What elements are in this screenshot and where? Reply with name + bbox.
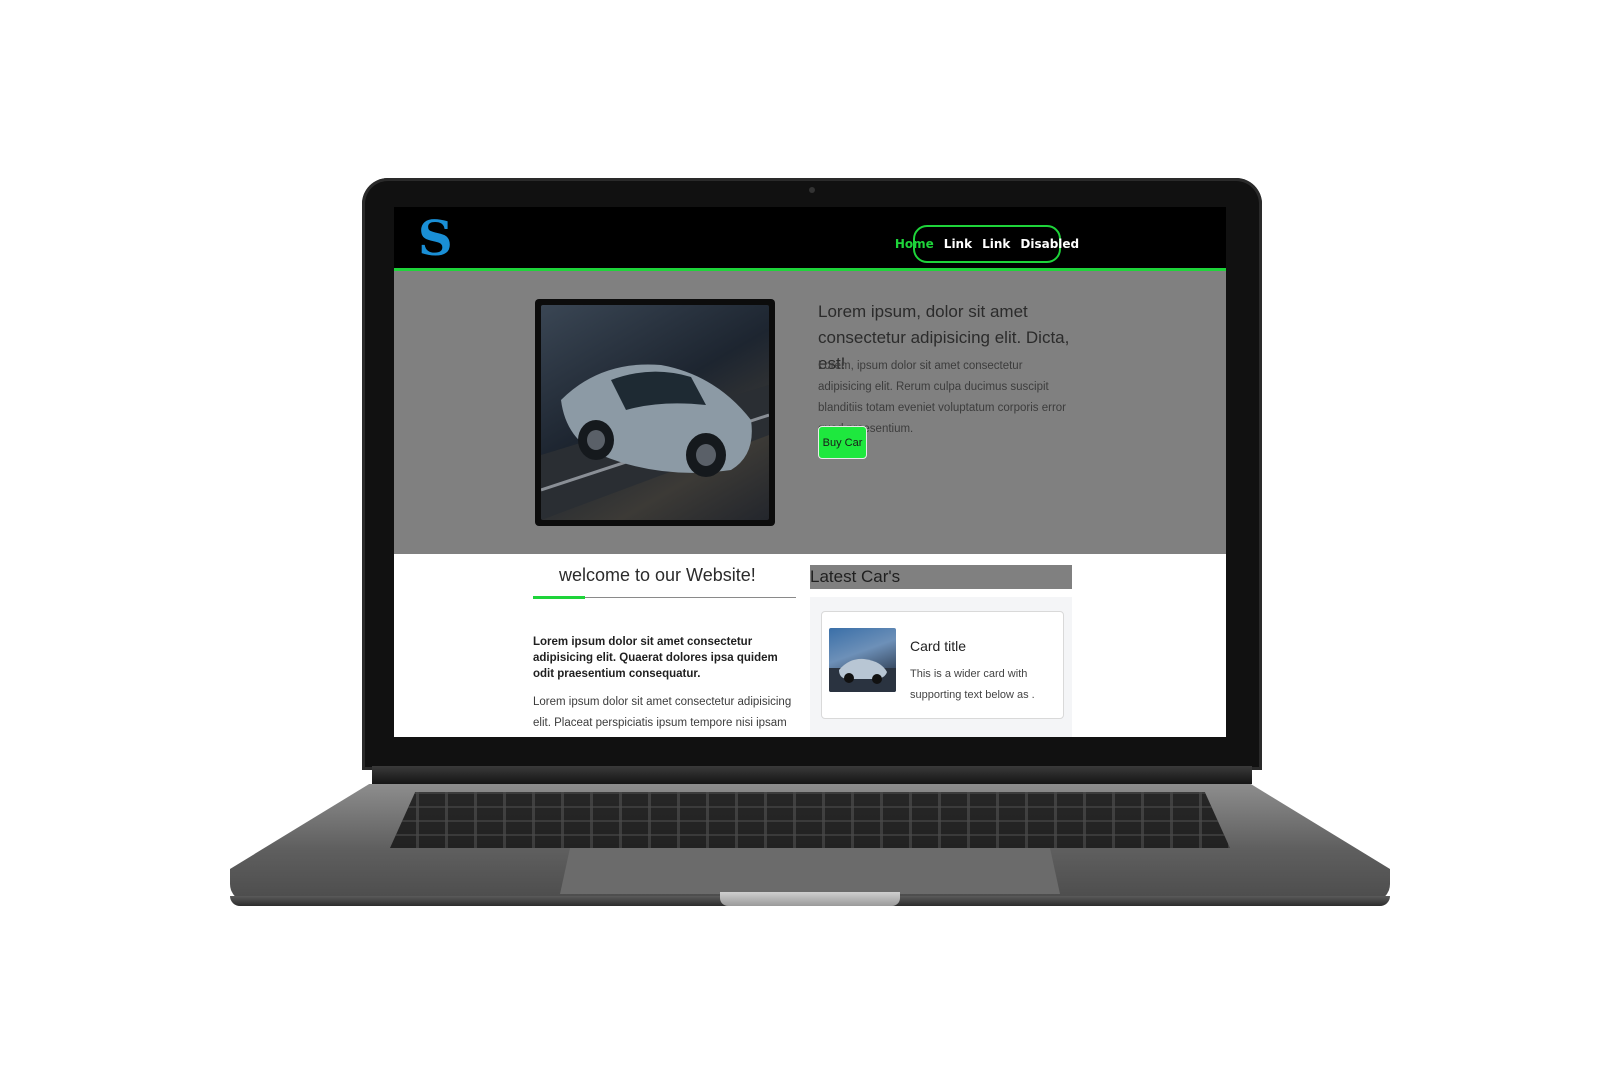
welcome-body: Lorem ipsum dolor sit amet consectetur a… <box>533 696 792 729</box>
welcome-divider-accent <box>533 596 585 599</box>
nav-links: Home Link Link Disabled <box>895 225 1079 263</box>
nav-link-2[interactable]: Link <box>982 237 1010 251</box>
laptop-screen: S Home Link Link Disabled Lorem ipsum, d… <box>394 207 1226 737</box>
laptop-notch <box>720 892 900 906</box>
laptop-hinge <box>372 766 1252 784</box>
webcam-icon <box>809 187 815 193</box>
latest-cars-heading: Latest Car's <box>810 565 1072 589</box>
hero-section: Lorem ipsum, dolor sit amet consectetur … <box>394 271 1226 554</box>
welcome-heading: welcome to our Website! <box>559 565 756 585</box>
keyboard-rows <box>390 792 1230 848</box>
card-car-illustration <box>829 658 896 692</box>
welcome-lead: Lorem ipsum dolor sit amet consectetur a… <box>533 636 778 680</box>
car-card-image <box>829 628 896 692</box>
car-illustration <box>541 364 769 520</box>
nav-link-home[interactable]: Home <box>895 237 934 251</box>
trackpad <box>560 848 1060 894</box>
hero-car-image <box>535 299 775 526</box>
nav-link-disabled: Disabled <box>1020 237 1080 251</box>
buy-car-button[interactable]: Buy Car <box>818 426 867 459</box>
card-title: Card title <box>910 638 967 654</box>
navbar: S Home Link Link Disabled <box>394 207 1226 271</box>
card-text: This is a wider card with supporting tex… <box>910 668 1035 701</box>
car-card[interactable]: Card title This is a wider card with sup… <box>821 611 1064 719</box>
sports-car-photo <box>541 305 769 520</box>
nav-link-1[interactable]: Link <box>944 237 972 251</box>
logo-icon[interactable]: S <box>418 213 453 265</box>
